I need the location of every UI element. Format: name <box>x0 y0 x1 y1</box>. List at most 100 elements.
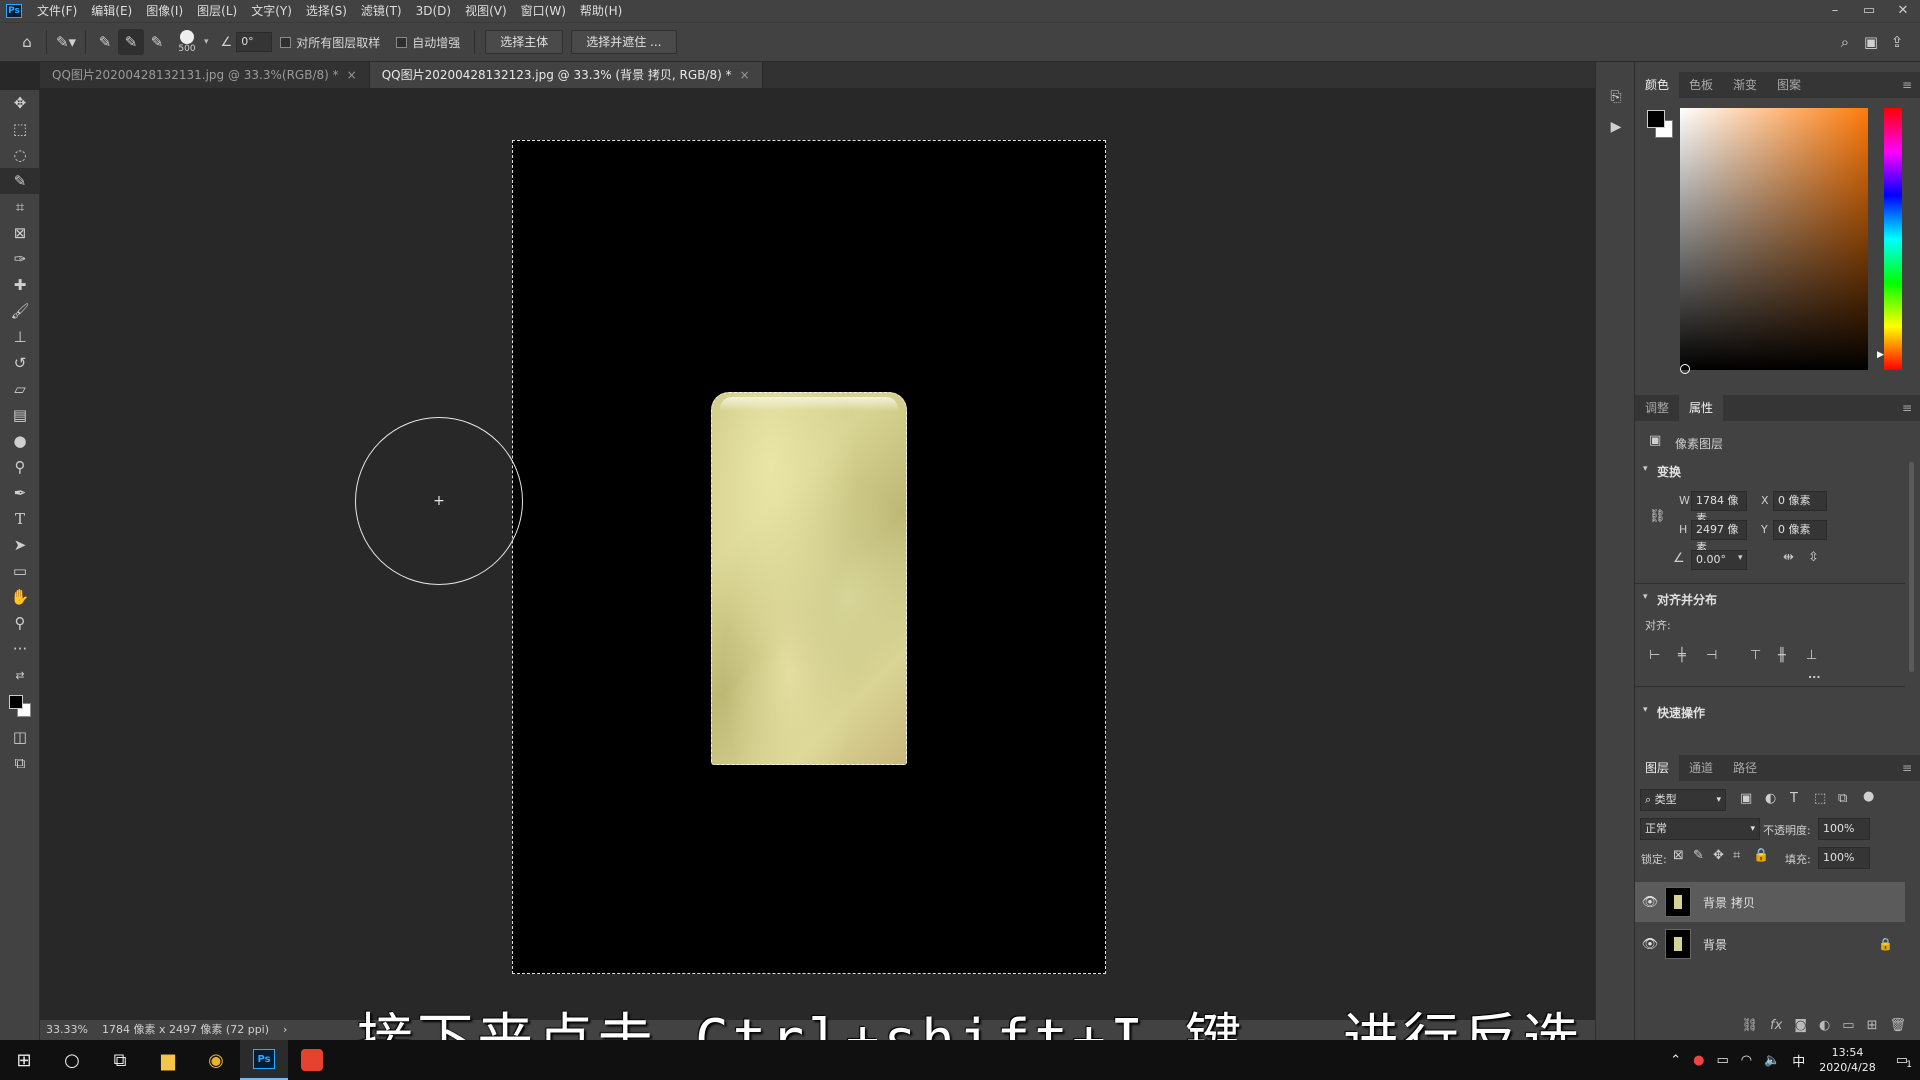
chevron-down-icon[interactable]: ▾ <box>1643 464 1648 474</box>
hue-slider-handle-icon[interactable]: ▶ <box>1877 350 1884 360</box>
blend-mode-select[interactable]: 正常 ▾ <box>1640 818 1760 840</box>
menu-file[interactable]: 文件(F) <box>30 0 84 22</box>
wifi-icon[interactable]: ◠ <box>1741 1053 1752 1068</box>
tab-document-2[interactable]: QQ图片20200428132123.jpg @ 33.3% (背景 拷贝, R… <box>369 62 763 88</box>
quick-selection-tool-preset-icon[interactable]: ✎▾ <box>53 29 79 55</box>
flip-vertical-icon[interactable]: ⇳ <box>1808 550 1819 565</box>
menu-window[interactable]: 窗口(W) <box>514 0 573 22</box>
align-vertical-center-icon[interactable]: ╫ <box>1778 648 1786 663</box>
rectangle-tool-icon[interactable]: ▭ <box>0 558 40 584</box>
chevron-down-icon[interactable]: ▾ <box>1643 705 1648 715</box>
hue-slider[interactable]: ▶ <box>1877 108 1902 370</box>
swap-colors-icon[interactable]: ⇄ <box>0 662 40 688</box>
crop-tool-icon[interactable]: ⌗ <box>0 194 40 220</box>
chrome-icon[interactable]: ◉ <box>192 1040 240 1080</box>
more-tools-icon[interactable]: ··· <box>0 636 40 662</box>
recorder-app-icon[interactable] <box>288 1040 336 1080</box>
new-adjustment-layer-icon[interactable]: ◐ <box>1819 1018 1830 1033</box>
history-panel-icon[interactable]: ⎘ <box>1596 82 1636 112</box>
filter-pixel-icon[interactable]: ▣ <box>1740 791 1752 806</box>
battery-icon[interactable]: ▭ <box>1716 1053 1728 1068</box>
select-and-mask-button[interactable]: 选择并遮住 ... <box>571 30 677 54</box>
clone-stamp-tool-icon[interactable]: ⊥ <box>0 324 40 350</box>
app-tray-icon[interactable]: ● <box>1693 1053 1704 1068</box>
tab-channels[interactable]: 通道 <box>1679 755 1723 781</box>
zoom-tool-icon[interactable]: ⚲ <box>0 610 40 636</box>
healing-brush-tool-icon[interactable]: ✚ <box>0 272 40 298</box>
add-to-selection-brush-icon[interactable]: ✎ <box>118 29 144 55</box>
chevron-down-icon[interactable]: ▾ <box>204 37 209 47</box>
pen-tool-icon[interactable]: ✒ <box>0 480 40 506</box>
menu-filter[interactable]: 滤镜(T) <box>354 0 409 22</box>
screen-mode-icon[interactable]: ⧉ <box>0 750 40 776</box>
eraser-tool-icon[interactable]: ▱ <box>0 376 40 402</box>
new-group-icon[interactable]: ▭ <box>1842 1018 1854 1033</box>
align-top-icon[interactable]: ⊤ <box>1750 648 1761 663</box>
delete-layer-icon[interactable]: 🗑 <box>1889 1018 1906 1033</box>
lock-position-icon[interactable]: ✥ <box>1713 848 1724 863</box>
minimize-button[interactable]: – <box>1818 0 1852 22</box>
auto-enhance-checkbox[interactable]: 自动增强 <box>396 34 460 51</box>
filter-smart-object-icon[interactable]: ⧉ <box>1838 791 1847 806</box>
hand-tool-icon[interactable]: ✋ <box>0 584 40 610</box>
properties-scrollbar[interactable] <box>1909 462 1914 672</box>
foreground-color-swatch[interactable] <box>9 695 31 717</box>
angle-input[interactable]: 0° <box>236 32 273 52</box>
panel-menu-icon[interactable]: ≡ <box>1902 395 1912 421</box>
x-field[interactable]: 0 像素 <box>1773 491 1827 511</box>
search-icon[interactable]: ○ <box>48 1040 96 1080</box>
color-picker-handle[interactable] <box>1680 364 1690 374</box>
fill-field[interactable]: 100% <box>1818 847 1870 869</box>
task-view-icon[interactable]: ⧉ <box>96 1040 144 1080</box>
eyedropper-tool-icon[interactable]: ✑ <box>0 246 40 272</box>
tab-adjustments[interactable]: 调整 <box>1635 395 1679 421</box>
layer-name[interactable]: 背景 <box>1703 936 1727 953</box>
zoom-level[interactable]: 33.33% <box>46 1020 88 1040</box>
menu-3d[interactable]: 3D(D) <box>409 0 458 22</box>
marquee-tool-icon[interactable]: ⬚ <box>0 116 40 142</box>
blur-tool-icon[interactable]: ● <box>0 428 40 454</box>
lock-artboard-icon[interactable]: ⌗ <box>1733 848 1740 863</box>
align-horizontal-center-icon[interactable]: ╪ <box>1678 648 1686 663</box>
brush-tool-icon[interactable]: 🖌 <box>0 298 40 324</box>
new-selection-brush-icon[interactable]: ✎ <box>92 29 118 55</box>
tab-patterns[interactable]: 图案 <box>1767 72 1811 98</box>
sample-all-layers-checkbox[interactable]: 对所有图层取样 <box>280 34 380 51</box>
tab-swatches[interactable]: 色板 <box>1679 72 1723 98</box>
close-button[interactable]: ✕ <box>1886 0 1920 22</box>
tab-paths[interactable]: 路径 <box>1723 755 1767 781</box>
opacity-field[interactable]: 100% <box>1818 818 1870 840</box>
filter-adjustment-icon[interactable]: ◐ <box>1765 791 1776 806</box>
layer-filter-select[interactable]: ⌕ 类型 ▾ <box>1640 789 1726 811</box>
new-layer-icon[interactable]: ⊞ <box>1867 1018 1878 1033</box>
select-subject-button[interactable]: 选择主体 <box>485 30 564 54</box>
notification-icon[interactable]: ▭ 1 <box>1896 1053 1912 1070</box>
search-icon[interactable]: ⌕ <box>1832 29 1858 55</box>
subtract-from-selection-brush-icon[interactable]: ✎ <box>144 29 170 55</box>
windows-start-icon[interactable]: ⊞ <box>0 1040 48 1080</box>
eye-icon[interactable]: 👁 <box>1635 937 1665 952</box>
menu-edit[interactable]: 编辑(E) <box>84 0 139 22</box>
brush-size-picker-icon[interactable]: 500 <box>170 29 204 55</box>
color-swatches-icon[interactable] <box>1647 110 1675 140</box>
quick-mask-icon[interactable]: ◫ <box>0 724 40 750</box>
add-mask-icon[interactable]: ◙ <box>1794 1018 1807 1033</box>
filter-shape-icon[interactable]: ⬚ <box>1814 791 1826 806</box>
lock-image-icon[interactable]: ✎ <box>1693 848 1704 863</box>
path-selection-tool-icon[interactable]: ➤ <box>0 532 40 558</box>
lock-all-icon[interactable]: 🔒 <box>1753 848 1769 863</box>
quick-selection-tool-icon[interactable]: ✎ <box>0 168 40 194</box>
tab-gradients[interactable]: 渐变 <box>1723 72 1767 98</box>
clock[interactable]: 13:54 2020/4/28 <box>1819 1045 1875 1075</box>
close-icon[interactable]: × <box>740 68 750 82</box>
tab-color[interactable]: 颜色 <box>1635 72 1680 98</box>
tab-layers[interactable]: 图层 <box>1635 755 1680 781</box>
menu-select[interactable]: 选择(S) <box>299 0 354 22</box>
layer-row-background[interactable]: 👁 背景 🔒 <box>1635 924 1905 964</box>
menu-image[interactable]: 图像(I) <box>139 0 190 22</box>
y-field[interactable]: 0 像素 <box>1773 520 1827 540</box>
color-picker-field[interactable] <box>1680 108 1868 374</box>
menu-type[interactable]: 文字(Y) <box>244 0 299 22</box>
lasso-tool-icon[interactable]: ◌ <box>0 142 40 168</box>
align-bottom-icon[interactable]: ⊥ <box>1806 648 1817 663</box>
